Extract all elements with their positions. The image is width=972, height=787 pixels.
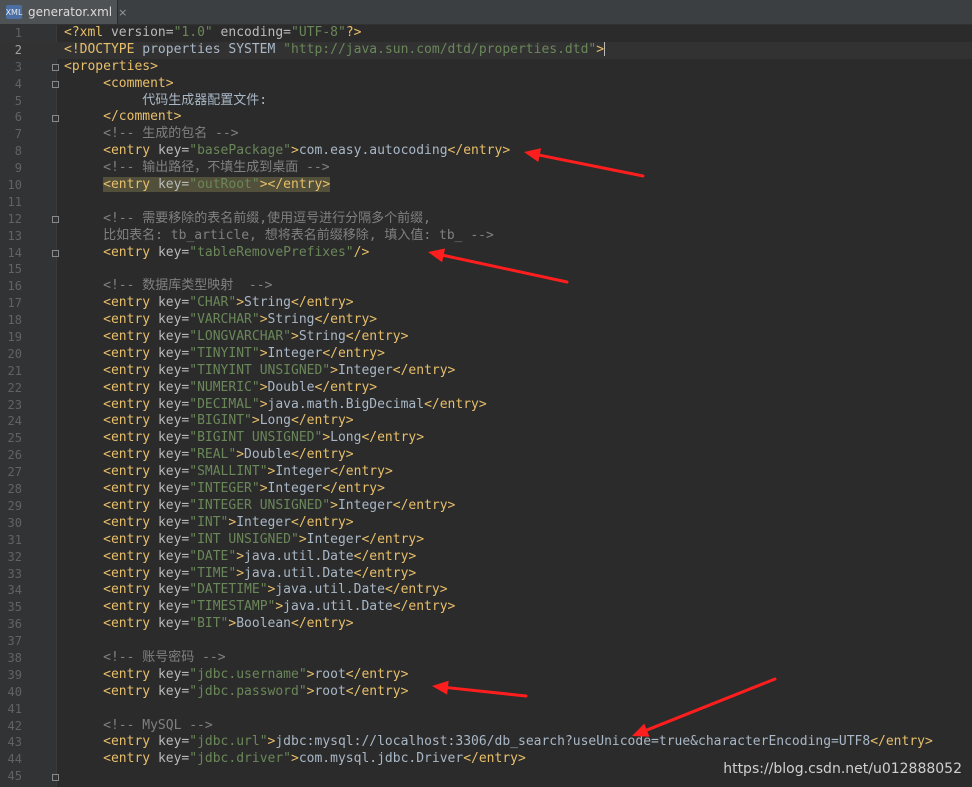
- annotation-arrow-line: [538, 153, 645, 178]
- annotation-arrowhead: [432, 680, 449, 695]
- fold-marker-icon[interactable]: [52, 249, 59, 257]
- annotation-arrowhead: [428, 248, 446, 263]
- annotation-arrowhead: [632, 723, 650, 737]
- annotation-arrowhead: [524, 148, 542, 163]
- fold-marker-icon[interactable]: [52, 773, 59, 781]
- fold-marker-icon[interactable]: [52, 63, 59, 71]
- fold-marker-icon[interactable]: [52, 114, 59, 122]
- annotation-arrows: [428, 148, 777, 737]
- watermark: https://blog.csdn.net/u012888052: [723, 761, 962, 777]
- fold-marker-icon[interactable]: [52, 80, 59, 88]
- annotation-arrow-line: [645, 677, 777, 732]
- annotation-arrow-line: [446, 686, 528, 698]
- annotation-arrow-line: [442, 253, 569, 284]
- fold-marker-icon[interactable]: [52, 215, 59, 223]
